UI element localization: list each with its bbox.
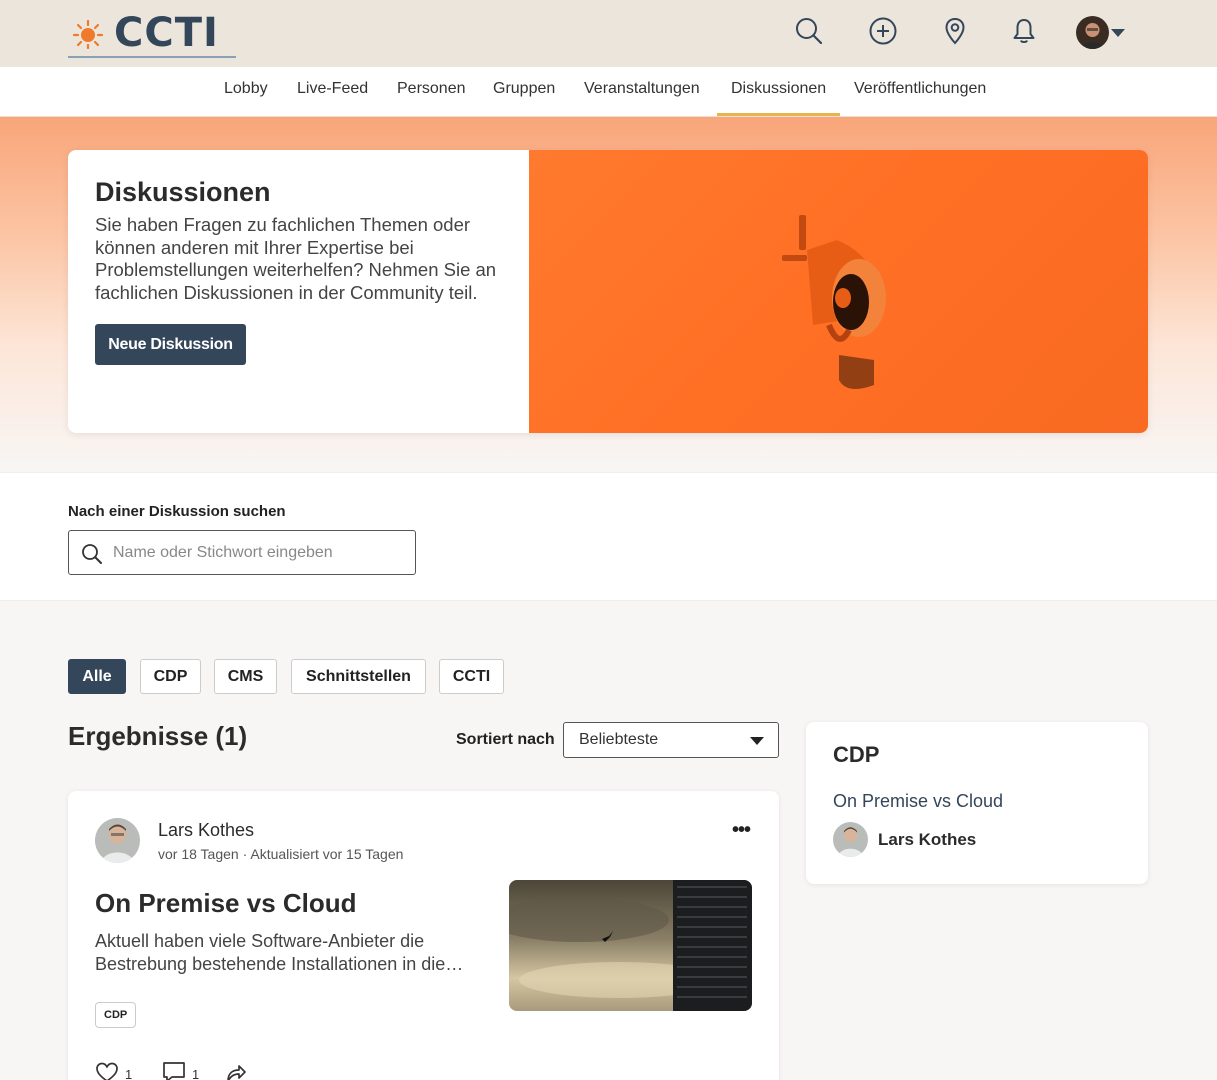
share-icon [227, 1065, 246, 1080]
hero-card: Diskussionen Sie haben Fragen zu fachlic… [68, 150, 1148, 433]
logo-underline [68, 56, 236, 58]
comment-icon [163, 1062, 185, 1080]
like-count: 1 [125, 1067, 133, 1080]
ccti-logo[interactable]: CCTI [68, 10, 238, 58]
map-pin-icon[interactable] [939, 15, 971, 47]
bell-icon[interactable] [1008, 15, 1040, 47]
heart-icon [96, 1062, 118, 1080]
sidebar-author-avatar[interactable] [833, 822, 868, 857]
filter-chip-alle[interactable]: Alle [68, 659, 126, 694]
sort-select-value: Beliebteste [579, 731, 659, 748]
post-title[interactable]: On Premise vs Cloud [95, 888, 357, 919]
nav-item-lobby[interactable]: Lobby [224, 80, 268, 98]
nav-item-personen[interactable]: Personen [397, 80, 466, 98]
filter-chip-cdp[interactable]: CDP [140, 659, 201, 694]
post-timestamp: vor 18 Tagen · Aktualisiert vor 15 Tagen [158, 846, 404, 862]
search-icon[interactable] [793, 15, 825, 47]
user-avatar[interactable] [1076, 16, 1109, 49]
chevron-down-icon [750, 737, 764, 745]
post-thumbnail[interactable] [509, 880, 752, 1011]
author-avatar[interactable] [95, 818, 140, 863]
sun-logo-icon [72, 19, 104, 49]
sort-label: Sortiert nach [456, 731, 555, 748]
search-box[interactable] [68, 530, 416, 575]
post-tag[interactable]: CDP [95, 1002, 137, 1028]
filter-chip-cms[interactable]: CMS [214, 659, 277, 694]
search-input[interactable] [113, 531, 409, 574]
new-discussion-button[interactable]: Neue Diskussion [95, 324, 246, 365]
like-button[interactable]: 1 [95, 1059, 132, 1080]
megaphone-image [529, 150, 1148, 433]
filter-chip-schnittstellen[interactable]: Schnittstellen [291, 659, 426, 694]
top-header: CCTI [0, 0, 1217, 67]
search-label: Nach einer Diskussion suchen [68, 503, 286, 520]
share-button[interactable] [225, 1059, 247, 1080]
sort-select[interactable]: Beliebteste [563, 722, 779, 758]
nav-item-diskussionen[interactable]: Diskussionen [731, 80, 826, 98]
nav-item-veranstaltungen[interactable]: Veranstaltungen [584, 80, 700, 98]
nav-item-live-feed[interactable]: Live-Feed [297, 80, 368, 98]
results-title: Ergebnisse (1) [68, 721, 248, 751]
category-sidebar-card: CDP On Premise vs Cloud Lars Kothes [806, 722, 1148, 884]
post-excerpt: Aktuell haben viele Software-Anbieter di… [95, 930, 475, 976]
nav-item-gruppen[interactable]: Gruppen [493, 80, 555, 98]
nav-item-veroeffentlichungen[interactable]: Veröffentlichungen [854, 80, 986, 98]
chevron-down-icon[interactable] [1111, 29, 1125, 37]
comment-button[interactable]: 1 [162, 1059, 199, 1080]
comment-count: 1 [192, 1067, 200, 1080]
hero-description-text: Sie haben Fragen zu fachlichen Themen od… [95, 214, 497, 304]
sidebar-title: CDP [833, 742, 880, 767]
logo-wordmark: CCTI [114, 10, 219, 56]
main-nav: Lobby Live-Feed Personen Gruppen Veranst… [0, 67, 1217, 117]
hero-description: Sie haben Fragen zu fachlichen Themen od… [95, 214, 510, 305]
discussion-card[interactable]: Lars Kothes vor 18 Tagen · Aktualisiert … [68, 791, 779, 1080]
filter-chip-ccti[interactable]: CCTI [439, 659, 504, 694]
sidebar-discussion-link[interactable]: On Premise vs Cloud [833, 791, 1003, 812]
nav-active-indicator [717, 113, 840, 116]
post-excerpt-text: Aktuell haben viele Software-Anbieter di… [95, 931, 446, 974]
megaphone-icon [782, 215, 886, 389]
author-name[interactable]: Lars Kothes [158, 820, 254, 841]
sidebar-author-name[interactable]: Lars Kothes [878, 830, 976, 850]
search-section: Nach einer Diskussion suchen [0, 472, 1217, 601]
plus-circle-icon[interactable] [867, 15, 899, 47]
page-title: Diskussionen [95, 177, 271, 207]
more-options-icon[interactable]: ••• [732, 819, 751, 842]
search-icon [82, 544, 102, 564]
